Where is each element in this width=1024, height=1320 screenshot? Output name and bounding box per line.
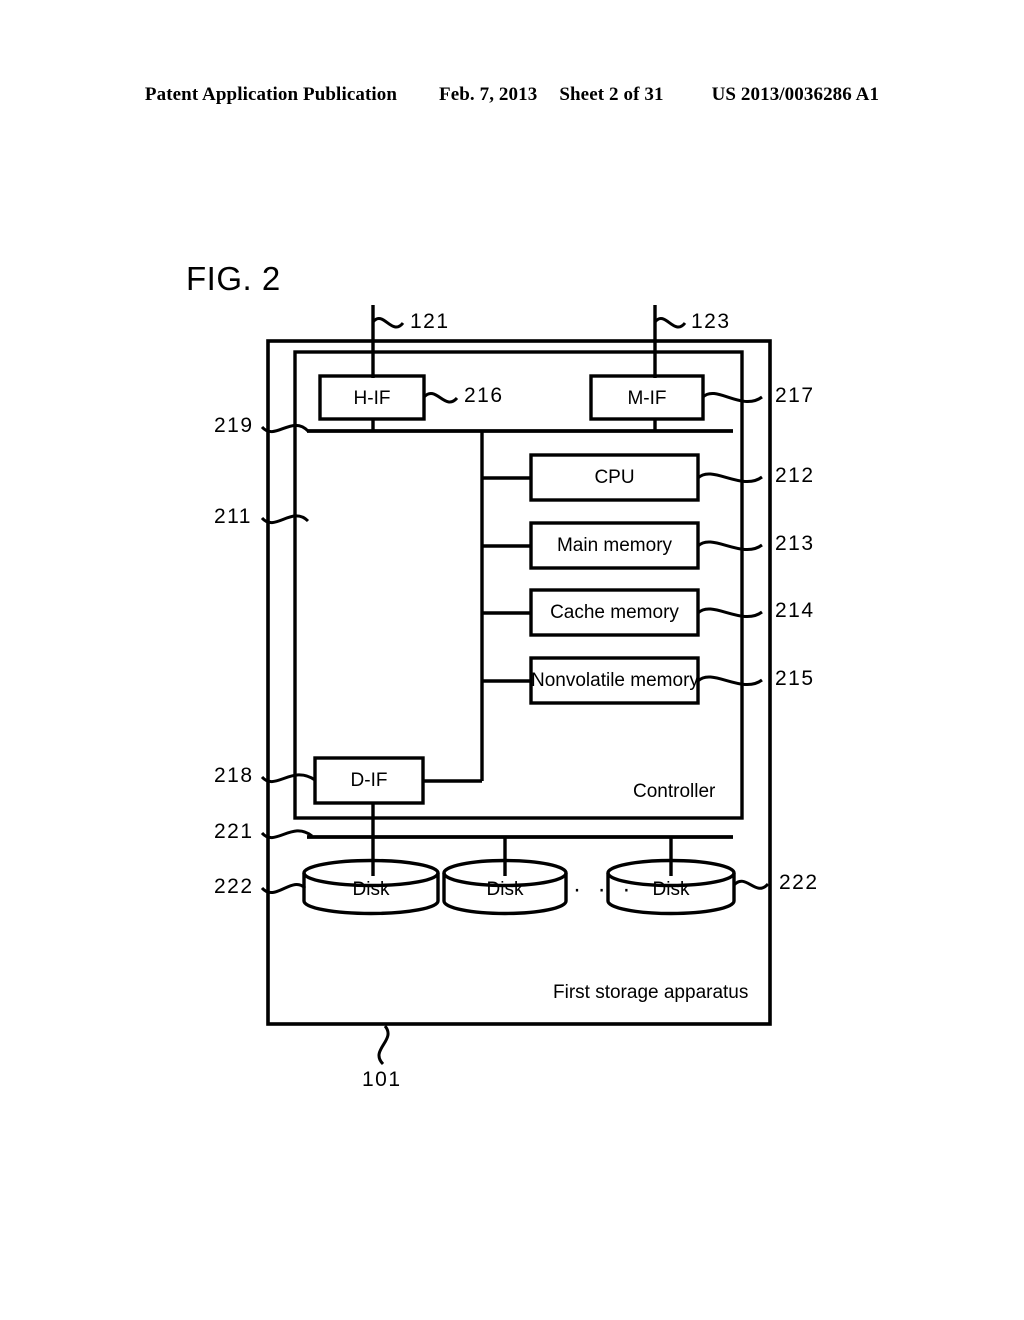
sheet-number: Sheet 2 of 31 <box>559 84 664 105</box>
disk-label-2: Disk <box>486 879 524 900</box>
leader-211 <box>260 514 310 525</box>
document-number: US 2013/0036286 A1 <box>711 84 880 105</box>
leader-222-left <box>260 882 307 895</box>
ref-214: 214 <box>775 599 815 622</box>
figure-title: FIG. 2 <box>186 260 281 297</box>
leader-217 <box>701 391 763 404</box>
publication-label: Patent Application Publication <box>144 84 398 105</box>
ref-217: 217 <box>775 384 815 407</box>
nonvolatile-memory-label: Nonvolatile memory <box>531 670 699 691</box>
ref-216: 216 <box>464 384 504 407</box>
ref-212: 212 <box>775 464 815 487</box>
patent-header: Patent Application Publication Feb. 7, 2… <box>0 84 1024 106</box>
cpu-label: CPU <box>594 467 635 488</box>
leader-212 <box>696 472 763 484</box>
leader-214 <box>696 607 763 619</box>
cache-memory-label: Cache memory <box>550 602 679 623</box>
ref-218: 218 <box>214 764 254 787</box>
ref-101: 101 <box>362 1068 402 1091</box>
leader-101 <box>377 1025 390 1066</box>
ref-219: 219 <box>214 414 254 437</box>
ref-215: 215 <box>775 667 815 690</box>
h-if-label: H-IF <box>353 388 391 409</box>
first-storage-apparatus-label: First storage apparatus <box>553 982 749 1003</box>
disk-ellipsis: · · · <box>573 876 636 903</box>
leader-221 <box>260 829 313 840</box>
ref-213: 213 <box>775 532 815 555</box>
leader-213 <box>696 540 763 552</box>
ref-222-left: 222 <box>214 875 254 898</box>
leader-218 <box>260 773 316 784</box>
d-if-label: D-IF <box>350 770 388 791</box>
controller-label: Controller <box>633 781 716 802</box>
figure-diagram <box>260 305 772 1066</box>
m-if-label: M-IF <box>627 388 667 409</box>
leader-222-right <box>732 879 770 890</box>
leader-216 <box>422 392 459 404</box>
leader-121 <box>371 317 405 329</box>
ref-121: 121 <box>410 310 450 333</box>
ref-221: 221 <box>214 820 254 843</box>
leader-219 <box>260 423 310 434</box>
disk-label-1: Disk <box>352 879 390 900</box>
main-memory-label: Main memory <box>556 535 673 556</box>
ref-222-right: 222 <box>779 871 819 894</box>
leader-215 <box>696 675 763 687</box>
ref-123: 123 <box>691 310 731 333</box>
leader-123 <box>653 317 687 329</box>
controller-box <box>293 350 744 820</box>
publication-date: Feb. 7, 2013 <box>439 84 538 105</box>
ref-211: 211 <box>214 505 252 528</box>
